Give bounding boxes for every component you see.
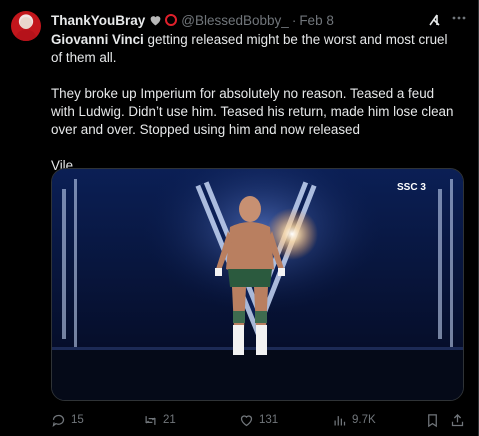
tweet-date[interactable]: Feb 8 — [299, 13, 334, 28]
reply-count: 15 — [71, 414, 84, 426]
avatar[interactable] — [11, 11, 41, 41]
red-circle-icon — [165, 14, 178, 26]
user-handle[interactable]: @BlessedBobby_ — [181, 13, 289, 28]
reply-icon — [52, 414, 65, 427]
display-name[interactable]: ThankYouBray — [51, 13, 145, 28]
tweet-paragraph-2: They broke up Imperium for absolutely no… — [51, 86, 454, 137]
reply-button[interactable]: 15 — [51, 410, 84, 430]
views-button[interactable]: 9.7K — [332, 410, 376, 430]
bookmark-button[interactable] — [425, 410, 440, 430]
like-icon — [240, 414, 253, 426]
tweet-media-image[interactable]: SSC 3 — [51, 168, 464, 401]
more-icon[interactable] — [451, 10, 467, 26]
views-icon — [334, 415, 346, 425]
separator: · — [291, 12, 297, 28]
mention-name: Giovanni Vinci — [51, 32, 144, 47]
network-logo: SSC 3 — [397, 182, 426, 193]
tweet-header: ThankYouBray @BlessedBobby_ · Feb 8 — [51, 11, 334, 29]
share-icon — [451, 413, 464, 426]
tweet-paragraph-1: Giovanni Vinci getting released might be… — [51, 31, 461, 67]
like-button[interactable]: 131 — [239, 410, 278, 430]
like-count: 131 — [259, 414, 279, 426]
repost-icon — [145, 415, 156, 425]
repost-button[interactable]: 21 — [143, 410, 176, 430]
grok-icon[interactable] — [428, 13, 442, 27]
share-button[interactable] — [450, 410, 465, 430]
tweet-text: Giovanni Vinci getting released might be… — [51, 31, 461, 175]
repost-count: 21 — [163, 414, 176, 426]
black-heart-icon — [149, 14, 162, 26]
bookmark-icon — [428, 413, 437, 427]
action-bar: 15 21 131 9.7K — [0, 410, 479, 430]
views-count: 9.7K — [352, 414, 376, 426]
